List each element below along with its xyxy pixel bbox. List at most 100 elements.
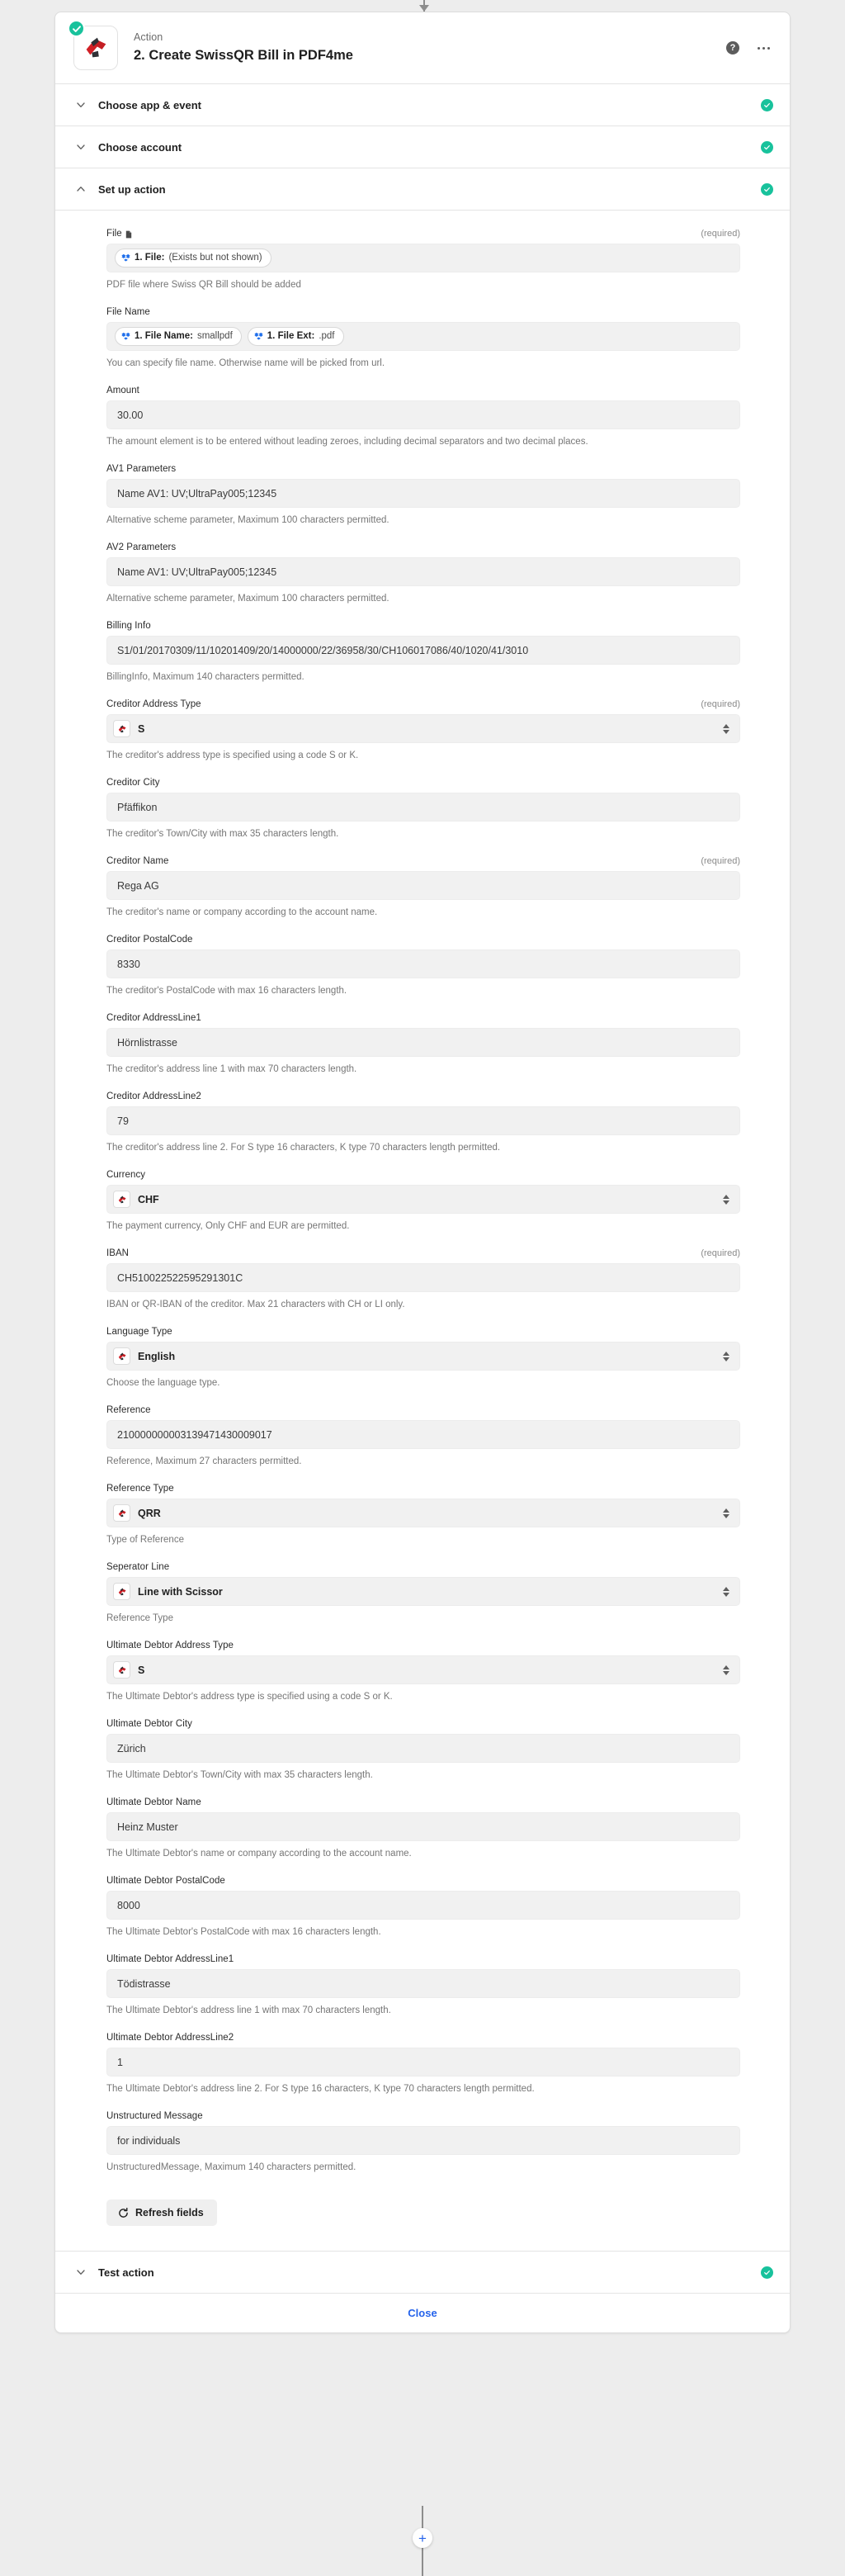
pdf4me-logo-icon bbox=[116, 1586, 128, 1598]
chevron-updown-icon[interactable] bbox=[723, 1587, 729, 1597]
ellipsis-icon[interactable] bbox=[758, 47, 770, 50]
connector-arrow-top bbox=[419, 5, 429, 12]
input-creditor-addressline2[interactable]: 79 bbox=[106, 1106, 740, 1135]
token-label: 1. File Name: bbox=[135, 330, 193, 343]
refresh-fields-button[interactable]: Refresh fields bbox=[106, 2200, 217, 2226]
token-value: .pdf bbox=[319, 330, 334, 343]
input-ultimate-debtor-name[interactable]: Heinz Muster bbox=[106, 1812, 740, 1841]
field-label-text: Billing Info bbox=[106, 621, 151, 631]
section-label-set-up-action: Set up action bbox=[98, 183, 761, 196]
input-ultimate-debtor-city[interactable]: Zürich bbox=[106, 1734, 740, 1763]
chevron-updown-icon[interactable] bbox=[723, 724, 729, 734]
section-label-choose-app-event: Choose app & event bbox=[98, 99, 761, 111]
helper-text-creditor-postalcode: The creditor's PostalCode with max 16 ch… bbox=[106, 984, 740, 997]
input-ultimate-debtor-addressline1[interactable]: Tödistrasse bbox=[106, 1969, 740, 1998]
input-creditor-postalcode[interactable]: 8330 bbox=[106, 949, 740, 978]
field-label-ultimate-debtor-postalcode: Ultimate Debtor PostalCode bbox=[106, 1876, 225, 1886]
field-label-billing-info: Billing Info bbox=[106, 621, 151, 631]
select-currency[interactable]: CHF bbox=[106, 1185, 740, 1214]
chevron-down-icon bbox=[75, 141, 87, 153]
field-ultimate-debtor-name: Ultimate Debtor NameHeinz MusterThe Ulti… bbox=[106, 1797, 740, 1860]
field-label-text: Creditor PostalCode bbox=[106, 935, 193, 945]
helper-text-ultimate-debtor-address-type: The Ultimate Debtor's address type is sp… bbox=[106, 1690, 740, 1703]
select-reference-type[interactable]: QRR bbox=[106, 1499, 740, 1527]
helper-text-av2-parameters: Alternative scheme parameter, Maximum 10… bbox=[106, 592, 740, 605]
input-ultimate-debtor-postalcode[interactable]: 8000 bbox=[106, 1891, 740, 1920]
input-value: 1 bbox=[117, 2057, 123, 2068]
chevron-updown-icon[interactable] bbox=[723, 1195, 729, 1205]
field-label-ultimate-debtor-name: Ultimate Debtor Name bbox=[106, 1797, 201, 1807]
field-av1-parameters: AV1 ParametersName AV1: UV;UltraPay005;1… bbox=[106, 464, 740, 527]
step-status-indicator bbox=[68, 20, 85, 37]
help-icon[interactable]: ? bbox=[726, 41, 739, 54]
token-pill[interactable]: 1. File:(Exists but not shown) bbox=[115, 249, 271, 268]
field-creditor-addressline2: Creditor AddressLine279The creditor's ad… bbox=[106, 1091, 740, 1154]
field-iban: IBAN(required)CH510022522595291301CIBAN … bbox=[106, 1248, 740, 1311]
token-pill[interactable]: 1. File Ext:.pdf bbox=[248, 327, 344, 346]
add-step-button[interactable]: + bbox=[413, 2528, 432, 2548]
input-iban[interactable]: CH510022522595291301C bbox=[106, 1263, 740, 1292]
input-value: 210000000003139471430009017 bbox=[117, 1429, 272, 1441]
field-label-creditor-postalcode: Creditor PostalCode bbox=[106, 935, 193, 945]
select-seperator-line[interactable]: Line with Scissor bbox=[106, 1577, 740, 1606]
section-complete-badge bbox=[761, 141, 773, 154]
canvas-top-area bbox=[0, 0, 845, 12]
field-label-text: File Name bbox=[106, 307, 150, 317]
step-header[interactable]: Action 2. Create SwissQR Bill in PDF4me … bbox=[55, 12, 790, 83]
input-billing-info[interactable]: S1/01/20170309/11/10201409/20/14000000/2… bbox=[106, 636, 740, 665]
chevron-updown-icon[interactable] bbox=[723, 1665, 729, 1675]
input-value: Pfäffikon bbox=[117, 802, 157, 813]
input-av1-parameters[interactable]: Name AV1: UV;UltraPay005;12345 bbox=[106, 479, 740, 508]
input-file-name[interactable]: 1. File Name:smallpdf 1. File Ext:.pdf bbox=[106, 322, 740, 351]
field-label-row: Creditor PostalCode bbox=[106, 935, 740, 945]
input-av2-parameters[interactable]: Name AV1: UV;UltraPay005;12345 bbox=[106, 557, 740, 586]
field-label-row: Creditor Name(required) bbox=[106, 856, 740, 866]
helper-text-file-name: You can specify file name. Otherwise nam… bbox=[106, 357, 740, 370]
file-icon bbox=[125, 230, 132, 239]
pdf4me-app-icon bbox=[113, 1583, 130, 1600]
field-label-text: Seperator Line bbox=[106, 1562, 169, 1572]
sidebar-item-choose-account[interactable]: Choose account bbox=[55, 125, 790, 168]
input-ultimate-debtor-addressline2[interactable]: 1 bbox=[106, 2048, 740, 2076]
select-language-type[interactable]: English bbox=[106, 1342, 740, 1371]
input-file[interactable]: 1. File:(Exists but not shown) bbox=[106, 244, 740, 272]
file-icon bbox=[125, 230, 132, 239]
select-ultimate-debtor-address-type[interactable]: S bbox=[106, 1655, 740, 1684]
close-button[interactable]: Close bbox=[55, 2293, 790, 2332]
input-reference[interactable]: 210000000003139471430009017 bbox=[106, 1420, 740, 1449]
helper-text-amount: The amount element is to be entered with… bbox=[106, 435, 740, 448]
input-creditor-addressline1[interactable]: Hörnlistrasse bbox=[106, 1028, 740, 1057]
field-label-creditor-name: Creditor Name bbox=[106, 856, 168, 866]
field-label-ultimate-debtor-address-type: Ultimate Debtor Address Type bbox=[106, 1641, 234, 1650]
required-tag: (required) bbox=[701, 229, 740, 239]
input-unstructured-message[interactable]: for individuals bbox=[106, 2126, 740, 2155]
sidebar-item-choose-app-event[interactable]: Choose app & event bbox=[55, 83, 790, 125]
chevron-down-icon bbox=[75, 99, 87, 111]
chevron-updown-icon[interactable] bbox=[723, 1352, 729, 1361]
field-amount: Amount30.00The amount element is to be e… bbox=[106, 386, 740, 448]
pdf4me-logo-icon bbox=[116, 1351, 128, 1362]
chevron-updown-icon[interactable] bbox=[723, 1508, 729, 1518]
field-label-iban: IBAN bbox=[106, 1248, 129, 1258]
helper-text-currency: The payment currency, Only CHF and EUR a… bbox=[106, 1219, 740, 1233]
dropbox-icon bbox=[121, 253, 130, 263]
dropbox-icon bbox=[254, 332, 263, 341]
set-up-action-form: File(required)1. File:(Exists but not sh… bbox=[55, 210, 790, 2251]
input-creditor-city[interactable]: Pfäffikon bbox=[106, 793, 740, 822]
select-value: QRR bbox=[138, 1508, 723, 1519]
select-value: CHF bbox=[138, 1194, 723, 1205]
input-value: Name AV1: UV;UltraPay005;12345 bbox=[117, 566, 276, 578]
select-creditor-address-type[interactable]: S bbox=[106, 714, 740, 743]
input-creditor-name[interactable]: Rega AG bbox=[106, 871, 740, 900]
field-label-row: Currency bbox=[106, 1170, 740, 1180]
token-pill[interactable]: 1. File Name:smallpdf bbox=[115, 327, 242, 346]
pdf4me-logo-icon bbox=[116, 723, 128, 735]
field-creditor-addressline1: Creditor AddressLine1HörnlistrasseThe cr… bbox=[106, 1013, 740, 1076]
input-amount[interactable]: 30.00 bbox=[106, 400, 740, 429]
select-value: S bbox=[138, 723, 723, 735]
input-value: Name AV1: UV;UltraPay005;12345 bbox=[117, 488, 276, 500]
sidebar-item-set-up-action[interactable]: Set up action bbox=[55, 168, 790, 210]
field-ultimate-debtor-addressline2: Ultimate Debtor AddressLine21The Ultimat… bbox=[106, 2033, 740, 2095]
sidebar-item-test-action[interactable]: Test action bbox=[55, 2251, 790, 2293]
field-label-row: Unstructured Message bbox=[106, 2111, 740, 2121]
